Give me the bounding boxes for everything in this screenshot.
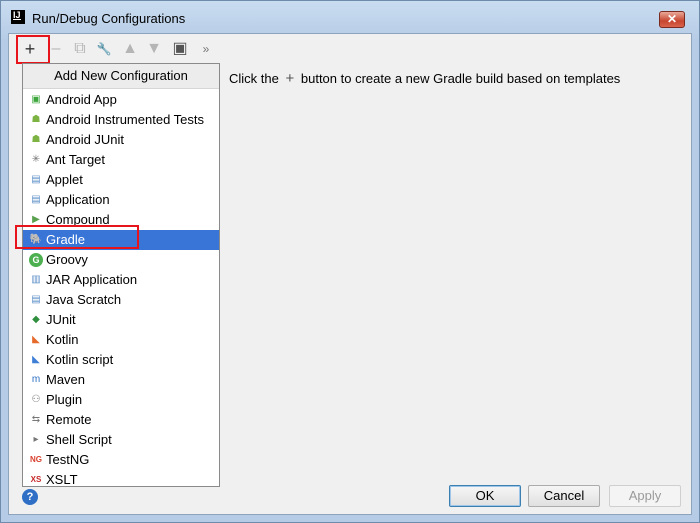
list-item-label: Remote	[46, 412, 92, 427]
list-item-maven[interactable]: m Maven	[23, 370, 219, 390]
add-button-highlight	[16, 35, 50, 64]
popup-header: Add New Configuration	[23, 64, 219, 89]
list-item-label: JUnit	[46, 312, 76, 327]
apply-button[interactable]: Apply	[609, 485, 681, 507]
list-item-label: Android App	[46, 92, 117, 107]
intellij-app-icon: IJ	[11, 10, 25, 24]
list-item-android-instrumented-tests[interactable]: ☗ Android Instrumented Tests	[23, 110, 219, 130]
list-item-label: Shell Script	[46, 432, 112, 447]
list-item-plugin[interactable]: ⚇ Plugin	[23, 390, 219, 410]
list-item-label: Kotlin	[46, 332, 79, 347]
toolbar: + – ⧉ 🔧 ▲ ▼ ▣»	[19, 38, 229, 60]
list-item-label: Applet	[46, 172, 83, 187]
maven-icon: m	[31, 374, 41, 385]
new-folder-icon[interactable]: ▣	[169, 38, 191, 60]
shell-script-icon: ▸	[33, 434, 39, 445]
plugin-icon: ⚇	[31, 394, 41, 405]
list-item-label: TestNG	[46, 452, 90, 467]
list-item-jar-application[interactable]: ▥ JAR Application	[23, 270, 219, 290]
list-item-groovy[interactable]: G Groovy	[23, 250, 219, 270]
list-item-label: Groovy	[46, 252, 88, 267]
list-item-label: Java Scratch	[46, 292, 122, 307]
list-item-applet[interactable]: ▤ Applet	[23, 170, 219, 190]
list-item-label: Ant Target	[46, 152, 106, 167]
list-item-shell-script[interactable]: ▸ Shell Script	[23, 430, 219, 450]
applet-icon: ▤	[31, 174, 41, 185]
close-button[interactable]: ✕	[659, 11, 685, 28]
plus-icon: +	[285, 70, 295, 87]
android-app-icon: ▣	[31, 94, 41, 105]
list-item-label: XSLT	[46, 472, 78, 487]
list-item-label: JAR Application	[46, 272, 138, 287]
remote-icon: ⇆	[31, 414, 41, 425]
wrench-icon[interactable]: 🔧	[93, 38, 115, 60]
copy-icon[interactable]: ⧉	[69, 38, 91, 60]
arrow-down-icon[interactable]: ▼	[143, 38, 165, 60]
list-item-junit[interactable]: ◆ JUnit	[23, 310, 219, 330]
application-icon: ▤	[31, 194, 41, 205]
list-item-testng[interactable]: NG TestNG	[23, 450, 219, 470]
xslt-icon: XS	[30, 475, 42, 484]
ok-button[interactable]: OK	[449, 485, 521, 507]
testng-icon: NG	[30, 455, 42, 464]
groovy-icon: G	[29, 253, 43, 267]
hint-text-after: button to create a new Gradle build base…	[300, 71, 621, 86]
list-item-java-scratch[interactable]: ▤ Java Scratch	[23, 290, 219, 310]
kotlin-icon: ◣	[32, 334, 40, 345]
list-item-label: Android JUnit	[46, 132, 125, 147]
jar-icon: ▥	[31, 274, 41, 285]
cancel-button[interactable]: Cancel	[528, 485, 600, 507]
list-item-android-junit[interactable]: ☗ Android JUnit	[23, 130, 219, 150]
ant-icon: ✳	[31, 154, 41, 165]
title-bar: IJ Run/Debug Configurations ✕	[1, 1, 699, 35]
android-icon: ☗	[31, 114, 41, 125]
list-item-label: Kotlin script	[46, 352, 114, 367]
list-item-ant-target[interactable]: ✳ Ant Target	[23, 150, 219, 170]
list-item-xslt[interactable]: XS XSLT	[23, 470, 219, 490]
arrow-up-icon[interactable]: ▲	[119, 38, 141, 60]
run-debug-configurations-dialog: IJ Run/Debug Configurations ✕ + – ⧉ 🔧 ▲ ▼ ▣» A…	[0, 0, 700, 523]
dialog-body: + – ⧉ 🔧 ▲ ▼ ▣» Add New Configuration ▣ Android …	[8, 33, 692, 515]
list-item-label: Android Instrumented Tests	[46, 112, 205, 127]
window-title: Run/Debug Configurations	[32, 11, 186, 26]
list-item-kotlin-script[interactable]: ◣ Kotlin script	[23, 350, 219, 370]
junit-icon: ◆	[32, 314, 40, 325]
gradle-item-highlight	[15, 225, 139, 249]
java-scratch-icon: ▤	[31, 294, 41, 305]
list-item-android-app[interactable]: ▣ Android App	[23, 90, 219, 110]
hint-text: Click the + button to create a new Gradl…	[229, 70, 620, 87]
list-item-label: Maven	[46, 372, 86, 387]
list-item-label: Plugin	[46, 392, 83, 407]
help-button[interactable]: ?	[22, 489, 38, 505]
list-item-application[interactable]: ▤ Application	[23, 190, 219, 210]
kotlin-script-icon: ◣	[32, 354, 40, 365]
add-new-configuration-popup: Add New Configuration ▣ Android App ☗ Andro…	[22, 63, 220, 487]
list-item-remote[interactable]: ⇆ Remote	[23, 410, 219, 430]
hint-text-before: Click the	[229, 71, 279, 86]
list-item-label: Application	[46, 192, 110, 207]
more-icon[interactable]: »	[195, 38, 217, 60]
android-icon: ☗	[31, 134, 41, 145]
list-item-kotlin[interactable]: ◣ Kotlin	[23, 330, 219, 350]
